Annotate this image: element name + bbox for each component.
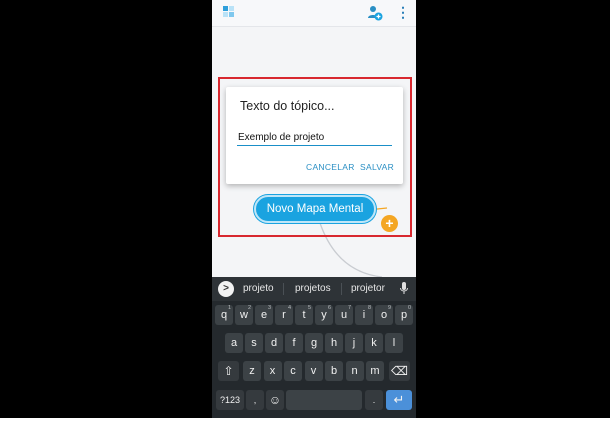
suggestion-item[interactable]: projetos <box>295 283 331 294</box>
key-row-4: ?123 , ☺ . ↵ <box>212 390 416 413</box>
soft-keyboard: > projeto projetos projetor 1q2w3e4r5t6y… <box>212 277 416 418</box>
key-g[interactable]: g <box>305 333 323 353</box>
app-toolbar: ⋮ <box>212 0 416 27</box>
key-hint-number: 0 <box>407 305 411 311</box>
expand-suggestions-icon[interactable]: > <box>218 281 234 297</box>
dialog-title: Texto do tópico... <box>240 99 335 113</box>
key-i[interactable]: 8i <box>355 305 373 325</box>
symbols-key[interactable]: ?123 <box>216 390 244 410</box>
add-user-icon <box>368 6 383 21</box>
key-hint-number: 1 <box>227 305 231 311</box>
key-o[interactable]: 9o <box>375 305 393 325</box>
microphone-icon[interactable] <box>399 281 409 297</box>
key-f[interactable]: f <box>285 333 303 353</box>
key-u[interactable]: 7u <box>335 305 353 325</box>
add-user-button[interactable] <box>366 4 384 22</box>
cancel-button[interactable]: CANCELAR <box>306 162 355 172</box>
key-z[interactable]: z <box>243 361 261 381</box>
period-key[interactable]: . <box>365 390 383 410</box>
key-label: p <box>400 309 408 321</box>
key-hint-number: 2 <box>247 305 251 311</box>
mindmap-logo-icon[interactable] <box>223 6 235 18</box>
key-hint-number: 9 <box>387 305 391 311</box>
bottom-bar <box>0 418 610 431</box>
key-hint-number: 8 <box>367 305 371 311</box>
key-n[interactable]: n <box>345 361 364 381</box>
key-label: r <box>282 309 286 321</box>
suggestion-divider <box>283 283 284 295</box>
key-h[interactable]: h <box>325 333 343 353</box>
key-label: w <box>240 309 248 321</box>
topic-text-input[interactable] <box>237 129 392 146</box>
key-c[interactable]: c <box>284 361 302 381</box>
key-m[interactable]: m <box>366 361 384 381</box>
topic-text-dialog: Texto do tópico... CANCELAR SALVAR <box>226 87 403 184</box>
key-label: u <box>340 309 348 321</box>
key-label: e <box>260 309 268 321</box>
key-k[interactable]: k <box>365 333 383 353</box>
suggestion-divider <box>341 283 342 295</box>
key-t[interactable]: 5t <box>295 305 313 325</box>
page: ⋮ Texto do tópico... CANCELAR SALVAR Nov… <box>0 0 610 431</box>
key-row-1: 1q2w3e4r5t6y7u8i9o0p <box>212 305 416 328</box>
key-label: q <box>220 309 228 321</box>
suggestion-item[interactable]: projetor <box>351 283 385 294</box>
key-label: o <box>380 309 388 321</box>
save-button[interactable]: SALVAR <box>360 162 394 172</box>
key-s[interactable]: s <box>245 333 263 353</box>
central-topic-node[interactable]: Novo Mapa Mental <box>254 195 376 223</box>
key-hint-number: 7 <box>347 305 351 311</box>
key-a[interactable]: a <box>225 333 243 353</box>
key-label: t <box>302 309 306 321</box>
key-d[interactable]: d <box>265 333 283 353</box>
key-b[interactable]: b <box>325 361 343 381</box>
key-x[interactable]: x <box>263 361 282 381</box>
key-hint-number: 6 <box>327 305 331 311</box>
key-w[interactable]: 2w <box>235 305 253 325</box>
key-row-3: ⇧ ⌫ zxcvbnm <box>212 361 416 384</box>
key-r[interactable]: 4r <box>275 305 293 325</box>
comma-key[interactable]: , <box>246 390 264 410</box>
key-label: i <box>362 309 366 321</box>
suggestion-strip: > projeto projetos projetor <box>212 277 416 301</box>
key-e[interactable]: 3e <box>255 305 273 325</box>
emoji-key[interactable]: ☺ <box>266 390 284 410</box>
key-hint-number: 3 <box>267 305 271 311</box>
key-y[interactable]: 6y <box>315 305 333 325</box>
key-label: y <box>321 309 327 321</box>
space-key[interactable] <box>286 390 362 410</box>
suggestion-item[interactable]: projeto <box>243 283 274 294</box>
key-p[interactable]: 0p <box>395 305 413 325</box>
add-node-button[interactable]: + <box>381 215 398 232</box>
key-l[interactable]: l <box>385 333 403 353</box>
phone-screen: ⋮ Texto do tópico... CANCELAR SALVAR Nov… <box>212 0 416 418</box>
key-v[interactable]: v <box>304 361 323 381</box>
shift-key[interactable]: ⇧ <box>218 361 239 381</box>
key-hint-number: 4 <box>287 305 291 311</box>
key-row-2: asdfghjkl <box>212 333 416 356</box>
key-q[interactable]: 1q <box>215 305 233 325</box>
key-hint-number: 5 <box>307 305 311 311</box>
backspace-key[interactable]: ⌫ <box>389 361 410 381</box>
enter-key[interactable]: ↵ <box>386 390 412 410</box>
key-j[interactable]: j <box>345 333 363 353</box>
more-vert-icon[interactable]: ⋮ <box>396 4 410 22</box>
